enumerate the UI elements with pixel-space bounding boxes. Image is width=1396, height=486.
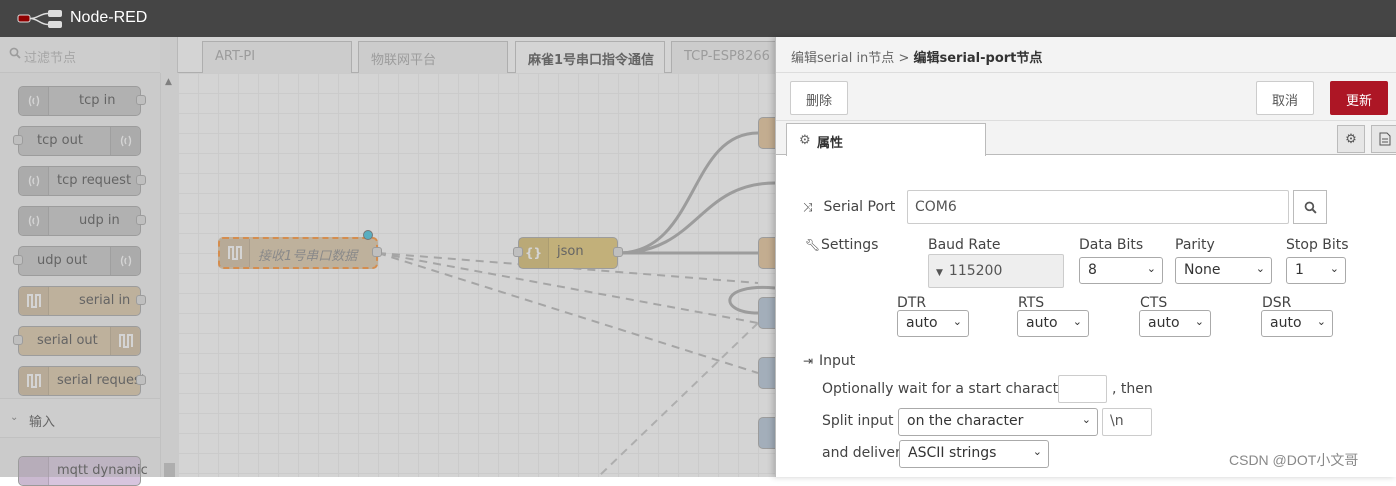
- data-bits-label: Data Bits: [1079, 237, 1144, 253]
- stop-bits-select[interactable]: 1 ⌄: [1286, 257, 1346, 284]
- caret-down-icon: ▼: [936, 268, 943, 278]
- split-input-label: Split input: [822, 413, 894, 429]
- chevron-down-icon: ⌄: [952, 315, 962, 328]
- baud-rate-label: Baud Rate: [928, 237, 1001, 253]
- sign-in-icon: ⇥: [803, 354, 814, 368]
- description-icon: [1379, 132, 1391, 146]
- cancel-button[interactable]: 取消: [1256, 81, 1314, 115]
- deliver-select[interactable]: ASCII strings ⌄: [899, 440, 1049, 468]
- rts-select[interactable]: auto ⌄: [1017, 310, 1089, 337]
- split-input-select[interactable]: on the character ⌄: [898, 408, 1098, 436]
- delete-button[interactable]: 删除: [790, 81, 848, 115]
- deliver-label: and deliver: [822, 445, 901, 461]
- update-button[interactable]: 更新: [1330, 81, 1388, 115]
- cts-label: CTS: [1140, 295, 1168, 311]
- chevron-down-icon: ⌄: [1072, 315, 1082, 328]
- dsr-select[interactable]: auto ⌄: [1261, 310, 1333, 337]
- settings-row-label: 🔧︎Settings: [805, 237, 879, 253]
- tray-toolbar: 删除 取消 更新: [776, 73, 1396, 121]
- then-label: , then: [1112, 381, 1153, 397]
- start-char-input[interactable]: [1058, 375, 1107, 403]
- breadcrumb-parent[interactable]: 编辑serial in节点: [791, 51, 894, 66]
- wait-char-label: Optionally wait for a start character of: [822, 381, 1091, 397]
- chevron-down-icon: ⌄: [1081, 413, 1091, 426]
- app-title: Node-RED: [70, 9, 148, 26]
- rts-label: RTS: [1018, 295, 1045, 311]
- description-button[interactable]: [1371, 125, 1396, 153]
- chevron-down-icon: ⌄: [1146, 262, 1156, 275]
- parity-select[interactable]: None ⌄: [1175, 257, 1272, 284]
- chevron-down-icon: ⌄: [1255, 262, 1265, 275]
- modal-overlay: [0, 37, 775, 477]
- chevron-down-icon: ⌄: [1032, 445, 1042, 458]
- parity-label: Parity: [1175, 237, 1215, 253]
- node-red-logo: [16, 9, 64, 33]
- chevron-down-icon: ⌄: [1329, 262, 1339, 275]
- chevron-down-icon: ⌄: [1316, 315, 1326, 328]
- watermark: CSDN @DOT小文哥: [1229, 452, 1359, 468]
- gear-icon: ⚙: [799, 133, 811, 148]
- search-ports-button[interactable]: [1293, 190, 1327, 224]
- dsr-label: DSR: [1262, 295, 1292, 311]
- wrench-icon: 🔧︎: [805, 238, 821, 252]
- input-section-label: ⇥ Input: [803, 353, 856, 369]
- data-bits-select[interactable]: 8 ⌄: [1079, 257, 1163, 284]
- serial-port-row-label: ⤨ Serial Port: [803, 199, 896, 215]
- split-char-input[interactable]: \n: [1102, 408, 1152, 436]
- editor-tabs: ⚙ 属性 ⚙: [776, 121, 1396, 156]
- tab-properties[interactable]: ⚙ 属性: [786, 123, 986, 156]
- search-icon: [1304, 201, 1317, 214]
- chevron-down-icon: ⌄: [1194, 315, 1204, 328]
- app-header: Node-RED: [0, 0, 1396, 37]
- tab-properties-label: 属性: [817, 136, 844, 151]
- tray-header: 编辑serial in节点 > 编辑serial-port节点: [776, 37, 1396, 73]
- stop-bits-label: Stop Bits: [1286, 237, 1349, 253]
- node-properties-form: ⤨ Serial Port COM6 🔧︎Settings Baud Rate …: [776, 155, 1396, 477]
- cts-select[interactable]: auto ⌄: [1139, 310, 1211, 337]
- gear-icon: ⚙: [1345, 131, 1357, 147]
- baud-rate-input[interactable]: ▼ 115200: [928, 254, 1064, 288]
- breadcrumb: 编辑serial in节点 > 编辑serial-port节点: [791, 47, 1042, 66]
- dtr-select[interactable]: auto ⌄: [897, 310, 969, 337]
- breadcrumb-current: 编辑serial-port节点: [913, 51, 1043, 66]
- settings-gear-button[interactable]: ⚙: [1337, 125, 1365, 153]
- edit-tray: 编辑serial in节点 > 编辑serial-port节点 删除 取消 更新…: [775, 37, 1396, 477]
- breadcrumb-separator: >: [898, 51, 910, 66]
- serial-port-input[interactable]: COM6: [907, 190, 1289, 224]
- shuffle-icon: ⤨: [803, 200, 813, 214]
- dtr-label: DTR: [897, 295, 927, 311]
